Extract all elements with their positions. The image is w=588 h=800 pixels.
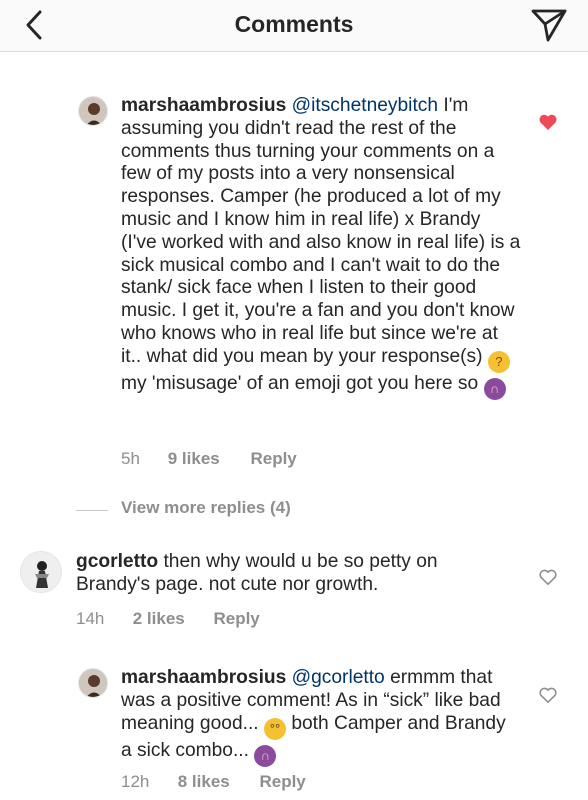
comment-likes[interactable]: 8 likes (178, 772, 255, 792)
comment-mention[interactable]: @gcorletto (292, 667, 385, 688)
heart-outline-icon (539, 687, 557, 703)
comment-username[interactable]: gcorletto (76, 551, 158, 572)
comment-meta: 5h 9 likes Reply (121, 449, 297, 469)
comment-text: marshaambrosius @itschetneybitch I'm ass… (121, 95, 521, 400)
thinking-face-emoji-icon: ? (487, 350, 510, 373)
page-title: Comments (234, 11, 354, 37)
divider-line (76, 510, 108, 511)
comment-text: marshaambrosius @gcorletto ermmm that wa… (121, 667, 521, 767)
profile-photo-icon (79, 669, 107, 697)
reply-button[interactable]: Reply (213, 609, 259, 629)
heart-outline-icon (539, 569, 557, 585)
comment-text: gcorletto then why would u be so petty o… (76, 551, 496, 597)
share-button[interactable] (530, 7, 568, 43)
comment-likes[interactable]: 2 likes (133, 609, 209, 629)
view-more-replies-label: View more replies (4) (121, 498, 291, 517)
eye-roll-emoji-icon: °° (263, 717, 286, 740)
comment-likes[interactable]: 9 likes (168, 449, 246, 469)
header-bar: Comments (0, 0, 588, 52)
comment-meta: 14h 2 likes Reply (76, 609, 260, 629)
avatar[interactable] (78, 96, 108, 126)
comment-body-continued: my 'misusage' of an emoji got you here s… (121, 372, 479, 394)
comment-time: 5h (121, 449, 140, 468)
heart-filled-icon (539, 114, 557, 130)
like-button[interactable] (538, 113, 558, 131)
comment-time: 14h (76, 609, 105, 628)
shrug-emoji-icon: ∩ (254, 744, 277, 767)
like-button[interactable] (538, 686, 558, 704)
avatar[interactable] (78, 668, 108, 698)
comment-time: 12h (121, 772, 150, 791)
comment-username[interactable]: marshaambrosius (121, 95, 286, 116)
profile-photo-icon (21, 552, 61, 592)
comment-meta: 12h 8 likes Reply (121, 772, 306, 792)
comment-mention[interactable]: @itschetneybitch (292, 95, 438, 116)
profile-photo-icon (79, 97, 107, 125)
shrug-emoji-icon: ∩ (483, 377, 506, 400)
like-button[interactable] (538, 568, 558, 586)
reply-button[interactable]: Reply (259, 772, 305, 792)
avatar[interactable] (20, 551, 62, 593)
comment-username[interactable]: marshaambrosius (121, 667, 286, 688)
comment-body: I'm assuming you didn't read the rest of… (121, 95, 521, 367)
paper-plane-icon (531, 9, 567, 42)
reply-button[interactable]: Reply (250, 449, 296, 469)
